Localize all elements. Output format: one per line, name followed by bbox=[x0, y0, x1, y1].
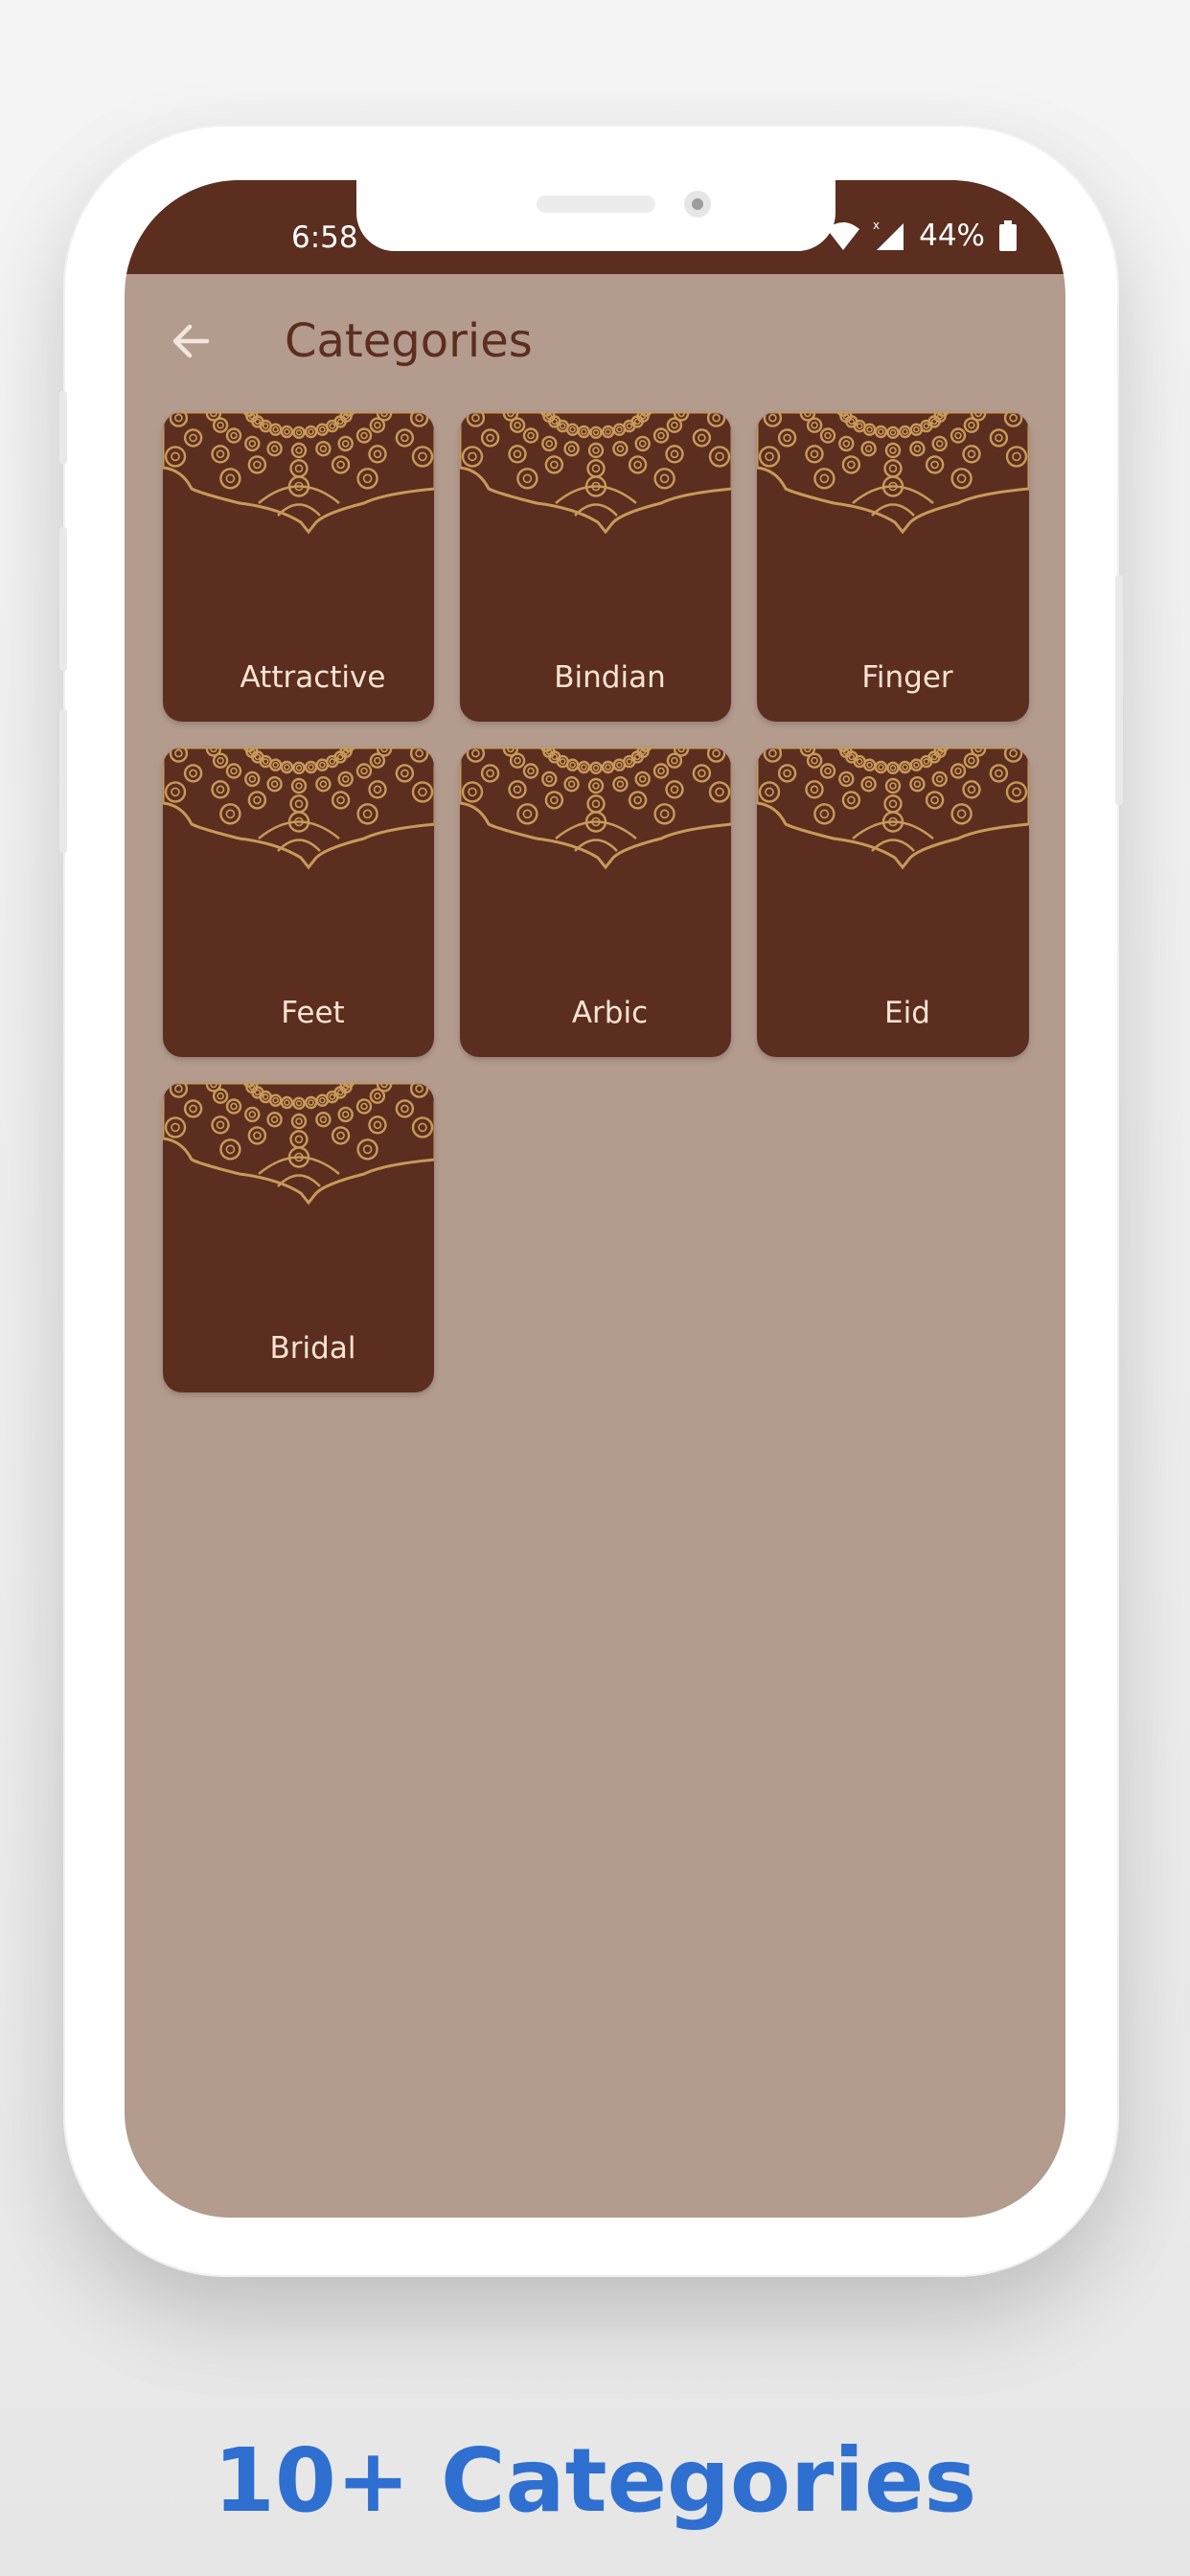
category-label: Bindian bbox=[554, 660, 666, 695]
app-screen: 6:58 x 44% Categories Attractive Bindian F… bbox=[125, 180, 1065, 2218]
mandala-ornament-icon bbox=[163, 748, 434, 870]
promo-caption: 10+ Categories bbox=[213, 2429, 977, 2532]
mandala-ornament-icon bbox=[757, 412, 1029, 535]
battery-icon bbox=[999, 220, 1017, 251]
page-title: Categories bbox=[285, 314, 533, 368]
arrow-left-icon[interactable] bbox=[163, 312, 220, 370]
category-card-feet[interactable]: Feet bbox=[163, 748, 434, 1057]
svg-text:x: x bbox=[873, 219, 880, 232]
mandala-ornament-icon bbox=[163, 1083, 434, 1206]
mandala-ornament-icon bbox=[460, 412, 731, 535]
side-button bbox=[59, 527, 67, 671]
category-label: Attractive bbox=[240, 660, 386, 695]
front-camera bbox=[684, 191, 711, 218]
mandala-ornament-icon bbox=[460, 748, 731, 870]
power-button bbox=[1115, 575, 1123, 805]
speaker-grille bbox=[537, 196, 655, 213]
status-bar: 6:58 x 44% bbox=[125, 180, 1065, 274]
category-card-bridal[interactable]: Bridal bbox=[163, 1083, 434, 1392]
camera-notch bbox=[356, 180, 835, 251]
battery-percent: 44% bbox=[919, 218, 985, 253]
status-time: 6:58 bbox=[291, 220, 358, 255]
category-card-bindian[interactable]: Bindian bbox=[460, 412, 731, 722]
category-label: Arbic bbox=[571, 996, 649, 1030]
cell-signal-icon: x bbox=[873, 219, 904, 250]
category-card-eid[interactable]: Eid bbox=[757, 748, 1029, 1057]
category-label: Eid bbox=[884, 996, 930, 1030]
category-label: Feet bbox=[281, 996, 345, 1030]
category-card-finger[interactable]: Finger bbox=[757, 412, 1029, 722]
side-button bbox=[59, 709, 67, 853]
mandala-ornament-icon bbox=[757, 748, 1029, 870]
category-label: Bridal bbox=[269, 1331, 356, 1366]
mandala-ornament-icon bbox=[163, 412, 434, 535]
app-bar: Categories bbox=[125, 274, 1065, 408]
category-grid: Attractive Bindian Finger Feet Arbic Eid Brida… bbox=[163, 412, 1029, 1392]
side-button bbox=[59, 391, 67, 464]
category-card-arbic[interactable]: Arbic bbox=[460, 748, 731, 1057]
category-label: Finger bbox=[861, 660, 953, 695]
category-card-attractive[interactable]: Attractive bbox=[163, 412, 434, 722]
